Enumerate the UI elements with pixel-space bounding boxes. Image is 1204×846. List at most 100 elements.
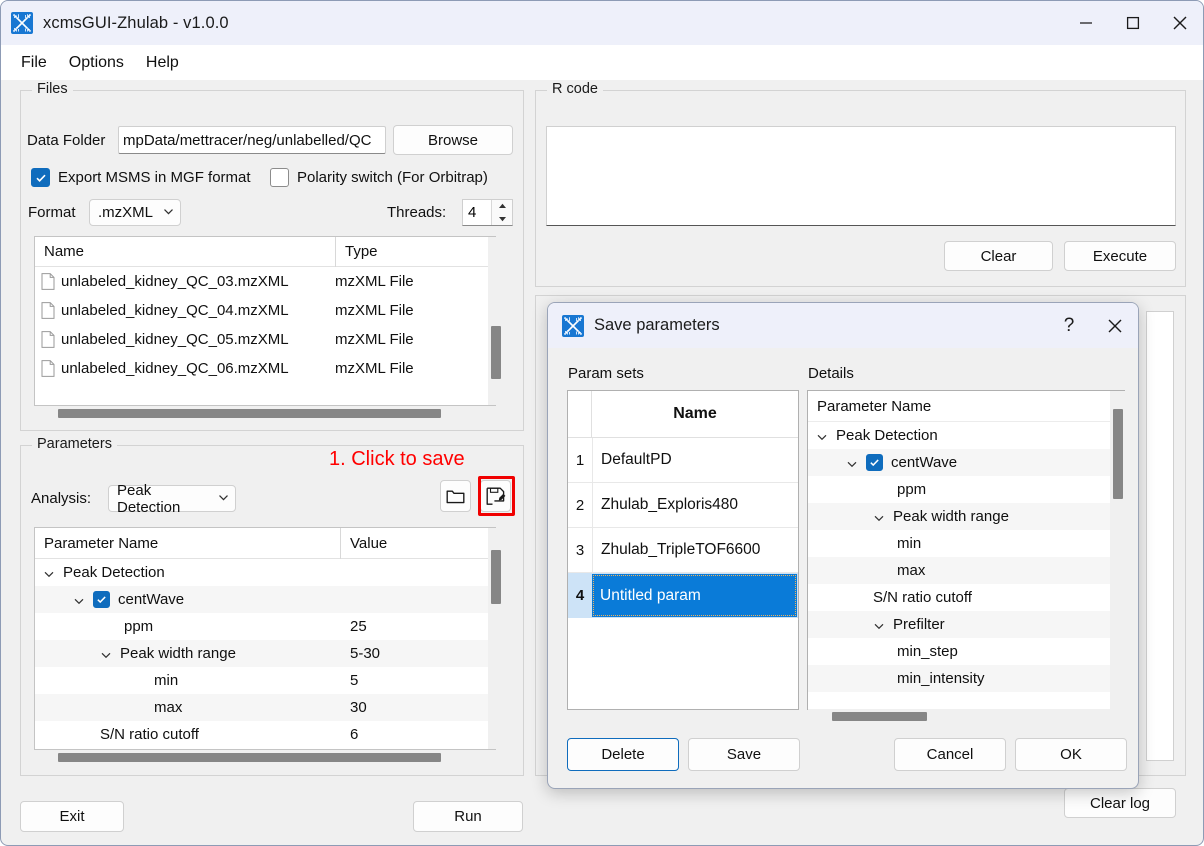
scrollbar-thumb[interactable] [1113,409,1123,499]
chevron-down-icon[interactable] [846,457,858,469]
files-table[interactable]: Name Type unlabeled_kidney_QC_03.mzXML m… [34,236,496,406]
help-icon[interactable]: ? [1046,303,1092,348]
stepper-down-icon[interactable] [492,213,512,226]
exit-button[interactable]: Exit [20,801,124,832]
clear-button[interactable]: Clear [944,241,1053,271]
file-type: mzXML File [335,331,414,348]
param-set-name[interactable]: DefaultPD [592,437,798,483]
rcode-editor[interactable] [546,126,1176,226]
parameters-tree[interactable]: Parameter Name Value Peak Detection cent… [34,527,496,750]
ok-button[interactable]: OK [1015,738,1127,771]
table-row[interactable]: unlabeled_kidney_QC_06.mzXML mzXML File [35,354,495,383]
tree-row[interactable]: max [808,557,1124,584]
checkbox-indicator [270,168,289,187]
log-output [1146,311,1174,761]
parameters-tree-hscrollbar[interactable] [34,750,496,765]
polarity-switch-checkbox[interactable]: Polarity switch (For Orbitrap) [270,168,488,187]
maximize-icon[interactable] [1109,1,1156,45]
menu-item-file[interactable]: File [11,51,57,75]
chevron-down-icon[interactable] [816,430,828,442]
chevron-down-icon[interactable] [73,594,85,606]
column-header-name[interactable]: Name [35,243,335,260]
tree-row[interactable]: min_step [808,638,1124,665]
column-header-type[interactable]: Type [336,243,378,260]
minimize-icon[interactable] [1062,1,1109,45]
xcms-logo-icon [562,314,584,337]
tree-row-label: ppm [897,481,927,498]
param-set-name[interactable]: Zhulab_TripleTOF6600 [592,527,798,573]
scrollbar-thumb[interactable] [58,753,441,762]
cancel-button[interactable]: Cancel [894,738,1006,771]
param-set-row[interactable]: 4 Untitled param [568,573,798,618]
tree-row[interactable]: Peak Detection [35,559,495,586]
param-set-row[interactable]: 3 Zhulab_TripleTOF6600 [568,527,798,573]
scrollbar-thumb[interactable] [491,326,501,379]
tree-row[interactable]: Peak Detection [808,422,1124,449]
column-header-name[interactable]: Name [592,405,798,423]
tree-row[interactable]: min 5 [35,667,495,694]
analysis-select[interactable]: Peak Detection [108,482,236,516]
menu-item-options[interactable]: Options [59,51,134,75]
threads-stepper[interactable]: 4 [462,199,513,226]
tree-row[interactable]: Peak width range 5-30 [35,640,495,667]
files-table-hscrollbar[interactable] [34,406,496,421]
table-row[interactable]: unlabeled_kidney_QC_03.mzXML mzXML File [35,267,495,296]
tree-row[interactable]: centWave [808,449,1124,476]
param-set-row[interactable]: 2 Zhulab_Exploris480 [568,482,798,528]
centwave-checkbox[interactable] [93,591,110,608]
close-icon[interactable] [1092,303,1138,348]
details-tree[interactable]: Parameter Name Peak Detection centWave p… [807,390,1125,710]
tree-row[interactable]: ppm 25 [35,613,495,640]
column-header-parameter-name[interactable]: Parameter Name [808,391,1124,422]
window-controls [1062,1,1203,45]
menu-item-help[interactable]: Help [136,51,189,75]
parameters-tree-vscrollbar[interactable] [488,528,503,749]
details-vscrollbar[interactable] [1110,391,1125,709]
export-msms-checkbox[interactable]: Export MSMS in MGF format [31,168,251,187]
column-header-parameter-name[interactable]: Parameter Name [35,535,340,552]
tree-row[interactable]: ppm [808,476,1124,503]
execute-button[interactable]: Execute [1064,241,1176,271]
tree-row[interactable]: Peak width range [808,503,1124,530]
stepper-up-icon[interactable] [492,200,512,213]
scrollbar-thumb[interactable] [832,712,927,721]
row-index: 2 [575,496,585,514]
clear-log-button[interactable]: Clear log [1064,788,1176,818]
stepper-arrows[interactable] [491,200,512,225]
centwave-checkbox[interactable] [866,454,883,471]
scrollbar-thumb[interactable] [58,409,441,418]
tree-row[interactable]: S/N ratio cutoff 6 [35,721,495,748]
chevron-down-icon[interactable] [43,567,55,579]
browse-button[interactable]: Browse [393,125,513,155]
tree-row[interactable]: max 30 [35,694,495,721]
files-table-vscrollbar[interactable] [488,237,503,405]
param-sets-table[interactable]: Name 1 DefaultPD 2 Zhulab_Exploris480 3 … [567,390,799,710]
tree-row-label: max [897,562,926,579]
tree-row[interactable]: Prefilter [808,611,1124,638]
scrollbar-thumb[interactable] [491,550,501,604]
param-set-name-input[interactable]: Untitled param [592,574,797,617]
param-set-name[interactable]: Zhulab_Exploris480 [592,482,798,528]
save-button[interactable]: Save [688,738,800,771]
details-hscrollbar[interactable] [808,709,1125,724]
title-bar: xcmsGUI-Zhulab - v1.0.0 [1,1,1203,45]
data-folder-input[interactable]: mpData/mettracer/neg/unlabelled/QC [118,126,386,154]
run-button[interactable]: Run [413,801,523,832]
chevron-down-icon[interactable] [873,619,885,631]
tree-row-label: min [154,672,179,689]
table-row[interactable]: unlabeled_kidney_QC_04.mzXML mzXML File [35,296,495,325]
column-header-value[interactable]: Value [341,535,387,552]
tree-row[interactable]: centWave [35,586,495,613]
table-row[interactable]: unlabeled_kidney_QC_05.mzXML mzXML File [35,325,495,354]
format-select[interactable]: .mzXML [89,199,181,226]
chevron-down-icon[interactable] [100,648,112,660]
tree-row[interactable]: min_intensity [808,665,1124,692]
dialog-title-bar: Save parameters ? [548,303,1138,348]
tree-row[interactable]: min [808,530,1124,557]
param-set-row[interactable]: 1 DefaultPD [568,437,798,483]
tree-row[interactable]: S/N ratio cutoff [808,584,1124,611]
chevron-down-icon[interactable] [873,511,885,523]
open-folder-icon[interactable] [440,480,471,512]
delete-button[interactable]: Delete [567,738,679,771]
close-icon[interactable] [1156,1,1203,45]
